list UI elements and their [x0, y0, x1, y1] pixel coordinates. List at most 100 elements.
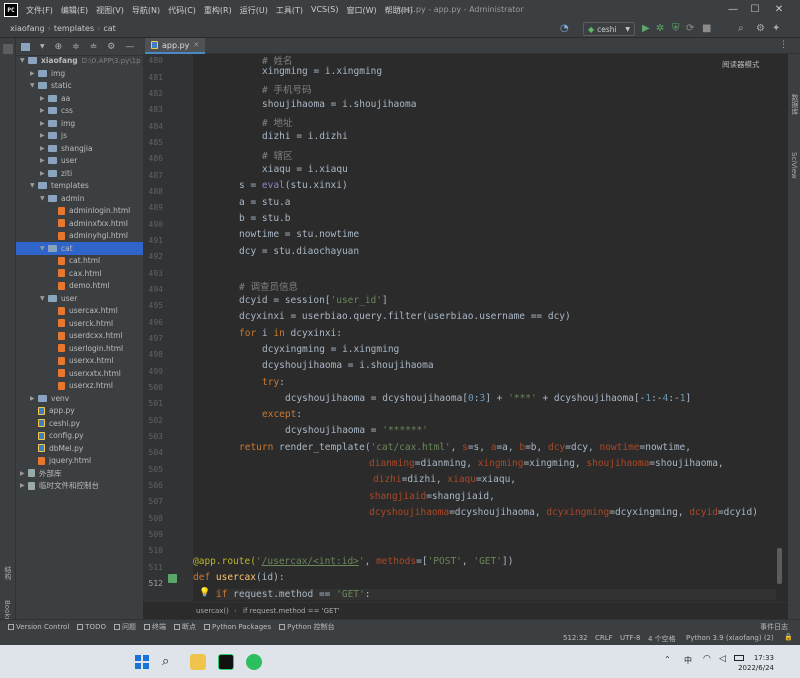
chevron-down-icon[interactable]: ▼ — [40, 245, 48, 252]
hide-icon[interactable]: — — [125, 42, 134, 52]
run-config-select[interactable]: ◆ ceshi ▼ — [583, 22, 635, 36]
close-button[interactable]: ✕ — [772, 3, 786, 17]
minimize-button[interactable]: — — [726, 3, 740, 17]
tree-file[interactable]: ceshi.py — [16, 417, 143, 430]
chevron-down-icon[interactable]: ▼ — [20, 57, 28, 64]
menu-item[interactable]: 运行(U) — [240, 5, 268, 16]
tree-file[interactable]: app.py — [16, 405, 143, 418]
chevron-right-icon[interactable]: ▶ — [40, 95, 48, 102]
tool-version-control[interactable]: Version Control — [8, 623, 69, 631]
database-tool-tab[interactable]: 数据库 — [790, 94, 800, 115]
menu-item[interactable]: 工具(T) — [276, 5, 303, 16]
collapse-all-icon[interactable]: ≐ — [90, 42, 98, 52]
run-icon[interactable]: ▶ — [642, 23, 650, 35]
wifi-icon[interactable]: ◠ — [703, 654, 711, 664]
breadcrumb-templates[interactable]: templates — [54, 24, 94, 33]
tree-file[interactable]: userxz.html — [16, 380, 143, 393]
tool-breakpoints[interactable]: 断点 — [173, 622, 196, 632]
tree-file[interactable]: demo.html — [16, 280, 143, 293]
line-separator[interactable]: CRLF — [595, 634, 613, 642]
folder-icon[interactable] — [21, 42, 30, 51]
pycharm-taskbar-icon[interactable] — [218, 654, 234, 670]
chevron-right-icon[interactable]: ▶ — [40, 107, 48, 114]
tree-file[interactable]: ▶ 外部库 — [16, 467, 143, 480]
menu-item[interactable]: 窗口(W) — [346, 5, 376, 16]
clock[interactable]: 17:33 2022/6/24 — [738, 653, 774, 673]
tree-file[interactable]: userck.html — [16, 317, 143, 330]
tree-file[interactable]: adminyhgl.html — [16, 230, 143, 243]
menu-item[interactable]: 编辑(E) — [61, 5, 88, 16]
coverage-icon[interactable]: ⛨ — [672, 23, 680, 35]
volume-icon[interactable]: ◁ — [719, 654, 726, 664]
tool-terminal[interactable]: 终端 — [143, 622, 166, 632]
chevron-down-icon[interactable]: ▼ — [40, 295, 48, 302]
tree-folder[interactable]: ▶ ziti — [16, 167, 143, 180]
chevron-down-icon[interactable]: ▼ — [40, 195, 48, 202]
file-explorer-icon[interactable] — [190, 654, 206, 670]
chevron-down-icon[interactable]: ▼ — [30, 82, 38, 89]
structure-tool-tab[interactable]: 结构 — [3, 566, 13, 580]
tree-file[interactable]: userlogin.html — [16, 342, 143, 355]
locate-icon[interactable]: ⊕ — [55, 42, 63, 52]
tray-chevron-icon[interactable]: ⌃ — [664, 655, 671, 664]
more-icon[interactable]: ⋮ — [779, 40, 788, 50]
tree-folder[interactable]: ▶ img — [16, 117, 143, 130]
tool-todo[interactable]: TODO — [77, 623, 106, 631]
tree-folder[interactable]: ▼ cat — [16, 242, 143, 255]
close-tab-icon[interactable]: ✕ — [193, 41, 199, 49]
tab-app-py[interactable]: app.py ✕ — [145, 38, 206, 54]
lightbulb-icon[interactable]: 💡 — [199, 588, 210, 598]
tree-folder[interactable]: ▶ user — [16, 155, 143, 168]
gear-icon[interactable]: ⚙ — [107, 42, 115, 52]
run-gutter-icon[interactable] — [168, 574, 177, 583]
tree-file[interactable]: ▶ 临时文件和控制台 — [16, 480, 143, 493]
tree-folder[interactable]: ▶ css — [16, 105, 143, 118]
indent-setting[interactable]: 4 个空格 — [648, 634, 676, 644]
maximize-button[interactable]: ☐ — [748, 3, 762, 17]
user-icon[interactable]: ◔ — [560, 23, 569, 35]
chevron-right-icon[interactable]: ▶ — [40, 120, 48, 127]
tool-event-log[interactable]: 事件日志 — [760, 622, 788, 632]
menu-item[interactable]: 代码(C) — [168, 5, 196, 16]
tree-folder[interactable]: ▶ aa — [16, 92, 143, 105]
chevron-right-icon[interactable]: ▶ — [40, 157, 48, 164]
chevron-right-icon[interactable]: ▶ — [40, 145, 48, 152]
search-icon[interactable]: ⌕ — [738, 23, 744, 35]
chevron-right-icon[interactable]: ▶ — [30, 395, 38, 402]
breadcrumb-project[interactable]: xiaofang — [10, 24, 45, 33]
tool-problems[interactable]: 问题 — [113, 622, 136, 632]
tree-file[interactable]: usercax.html — [16, 305, 143, 318]
breadcrumb-cat[interactable]: cat — [103, 24, 115, 33]
crumb-function[interactable]: usercax() — [196, 607, 229, 615]
file-encoding[interactable]: UTF-8 — [620, 634, 640, 642]
tree-folder[interactable]: ▼ templates — [16, 180, 143, 193]
wechat-icon[interactable] — [246, 654, 262, 670]
reader-mode-toggle[interactable]: 阅读器模式 — [722, 59, 760, 70]
interpreter-select[interactable]: Python 3.9 (xiaofang) (2) — [686, 634, 774, 642]
tree-file[interactable]: cax.html — [16, 267, 143, 280]
tree-folder[interactable]: ▶ shangjia — [16, 142, 143, 155]
lock-icon[interactable]: 🔒 — [784, 633, 793, 641]
tree-file[interactable]: jquery.html — [16, 455, 143, 468]
menu-item[interactable]: VCS(S) — [311, 5, 338, 16]
tool-python-packages[interactable]: Python Packages — [203, 623, 271, 631]
sciview-tool-tab[interactable]: SciView — [790, 152, 798, 179]
debug-icon[interactable]: ✲ — [656, 23, 664, 35]
tree-file[interactable]: dbMel.py — [16, 442, 143, 455]
tree-folder[interactable]: ▶ img — [16, 67, 143, 80]
chevron-right-icon[interactable]: ▶ — [30, 70, 38, 77]
caret-position[interactable]: 512:32 — [563, 634, 588, 642]
chevron-down-icon[interactable]: ▼ — [30, 182, 38, 189]
tree-file[interactable]: cat.html — [16, 255, 143, 268]
menu-item[interactable]: 视图(V) — [96, 5, 124, 16]
expand-all-icon[interactable]: ≑ — [72, 42, 80, 52]
chevron-right-icon[interactable]: ▶ — [40, 132, 48, 139]
crumb-if[interactable]: if request.method == 'GET' — [243, 607, 340, 615]
tree-folder[interactable]: ▼ static — [16, 80, 143, 93]
menu-item[interactable]: 导航(N) — [132, 5, 160, 16]
ime-indicator[interactable]: 中 — [684, 655, 692, 666]
editor-scrollbar[interactable] — [777, 548, 782, 584]
tree-file[interactable]: userxxtx.html — [16, 367, 143, 380]
tree-folder[interactable]: ▶ js — [16, 130, 143, 143]
tree-folder[interactable]: ▼ xiaofang D:\0.APP\3.py\1p — [16, 55, 143, 68]
